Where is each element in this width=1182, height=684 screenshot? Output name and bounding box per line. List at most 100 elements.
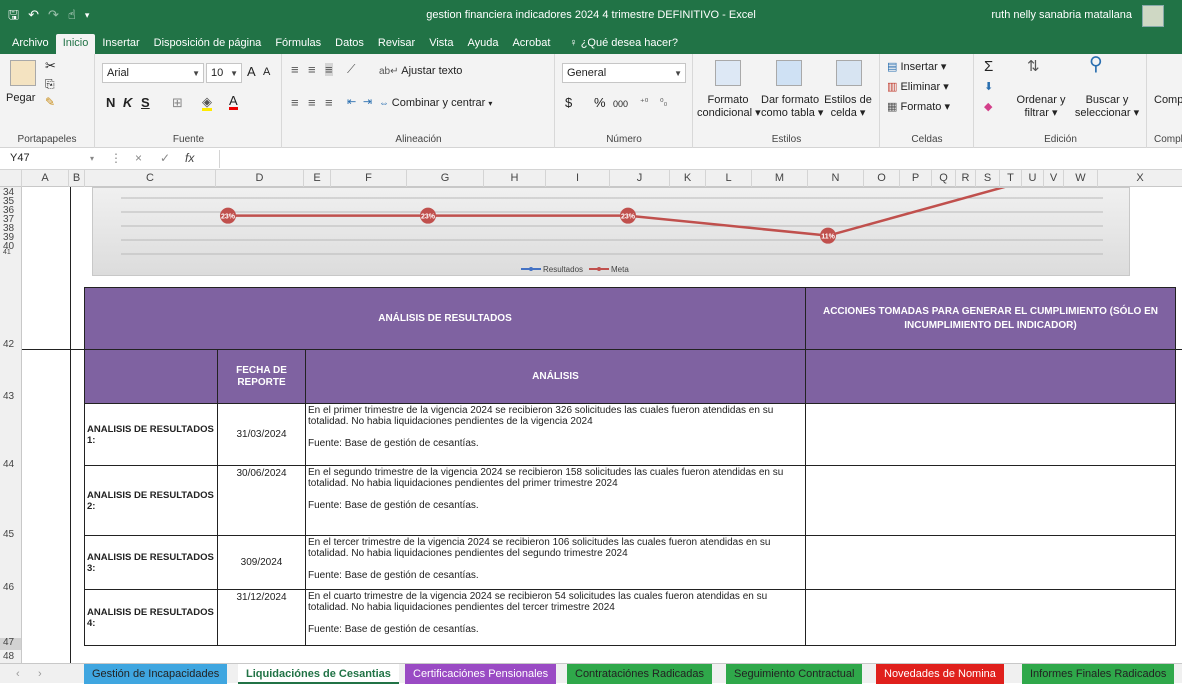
select-all-corner[interactable] <box>0 170 22 187</box>
insert-cells-button[interactable]: ▤ Insertar ▾ <box>887 61 946 74</box>
row-label[interactable]: ANALISIS DE RESULTADOS 4: <box>84 589 218 646</box>
sheet-nav-prev[interactable]: ‹ <box>8 664 28 684</box>
grow-font-button[interactable]: A <box>247 65 256 78</box>
font-color-button[interactable]: A <box>229 94 238 110</box>
decrease-decimal-icon[interactable]: ⁰₀ <box>660 96 667 109</box>
tab-revisar[interactable]: Revisar <box>371 37 422 54</box>
cut-icon[interactable]: ✂ <box>45 59 56 72</box>
column-header[interactable]: S <box>976 170 1000 187</box>
sheet-nav-next[interactable]: › <box>30 664 50 684</box>
tab-insertar[interactable]: Insertar <box>95 37 146 54</box>
delete-cells-button[interactable]: ▥ Eliminar ▾ <box>887 81 949 94</box>
fill-color-icon[interactable]: ◈ <box>202 95 212 111</box>
column-header[interactable]: F <box>331 170 407 187</box>
tab-vista[interactable]: Vista <box>422 37 460 54</box>
row-header[interactable]: 46 <box>0 583 22 593</box>
orientation-icon[interactable]: ⟋ <box>347 63 355 76</box>
format-cells-button[interactable]: ▦ Formato ▾ <box>887 101 950 114</box>
column-header[interactable]: W <box>1064 170 1098 187</box>
column-header[interactable]: L <box>706 170 752 187</box>
column-header[interactable]: K <box>670 170 706 187</box>
tab-disposicion[interactable]: Disposición de página <box>147 37 269 54</box>
thousands-button[interactable]: 000 <box>613 98 628 111</box>
conditional-format-button[interactable]: Formato condicional ▾ <box>697 94 761 120</box>
clear-icon[interactable]: ◆ <box>984 101 992 114</box>
header-analysis[interactable]: ANÁLISIS DE RESULTADOS <box>84 287 806 350</box>
autosum-button[interactable]: Σ <box>984 59 993 74</box>
user-name[interactable]: ruth nelly sanabria matallana <box>991 9 1132 21</box>
merge-center-button[interactable]: ⇔ Combinar y centrar ▾ <box>379 97 492 110</box>
font-name-combo[interactable]: Arial ▼ <box>102 63 204 83</box>
row-analysis[interactable]: En el tercer trimestre de la vigencia 20… <box>305 535 806 590</box>
enter-icon[interactable]: ✓ <box>160 151 170 165</box>
currency-button[interactable]: $ <box>565 96 572 109</box>
sheet-tab-seguimiento[interactable]: Seguimiento Contractual <box>726 664 863 684</box>
column-header[interactable]: A <box>22 170 69 187</box>
column-header[interactable]: C <box>85 170 216 187</box>
line-chart[interactable]: 23% 23% 23% 11% Resultados Meta <box>92 187 1130 276</box>
number-format-combo[interactable]: General ▼ <box>562 63 686 83</box>
row-analysis[interactable]: En el segundo trimestre de la vigencia 2… <box>305 465 806 536</box>
header-report-date[interactable]: FECHA DE REPORTE <box>217 349 306 404</box>
sheet-tab-novedades[interactable]: Novedades de Nomina <box>876 664 1004 684</box>
tab-archivo[interactable]: Archivo <box>5 37 56 54</box>
column-header[interactable]: X <box>1098 170 1182 187</box>
tab-formulas[interactable]: Fórmulas <box>268 37 328 54</box>
tell-me-box[interactable]: ♀ ¿Qué desea hacer? <box>557 37 685 54</box>
sheet-tab-informes[interactable]: Informes Finales Radicados <box>1022 664 1175 684</box>
row-date[interactable]: 309/2024 <box>217 535 306 590</box>
align-center-icon[interactable]: ≡ <box>308 96 316 109</box>
find-select-button[interactable]: Buscar y seleccionar ▾ <box>1071 94 1143 120</box>
row-header[interactable]: 47 <box>0 638 21 650</box>
column-header[interactable]: I <box>546 170 610 187</box>
align-middle-icon[interactable]: ≡ <box>308 63 316 76</box>
percent-button[interactable]: % <box>594 96 606 109</box>
italic-button[interactable]: K <box>123 96 132 109</box>
font-size-combo[interactable]: 10 ▼ <box>206 63 242 83</box>
column-header[interactable]: G <box>407 170 484 187</box>
column-header[interactable]: B <box>69 170 85 187</box>
avatar[interactable] <box>1142 5 1164 27</box>
row-date[interactable]: 31/12/2024 <box>217 589 306 646</box>
column-header[interactable]: U <box>1022 170 1044 187</box>
chevron-down-icon[interactable]: ▾ <box>90 154 94 163</box>
tab-datos[interactable]: Datos <box>328 37 371 54</box>
column-header[interactable]: O <box>864 170 900 187</box>
align-right-icon[interactable]: ≡ <box>325 96 333 109</box>
header-actions[interactable]: ACCIONES TOMADAS PARA GENERAR EL CUMPLIM… <box>805 287 1176 350</box>
cancel-icon[interactable]: × <box>135 151 142 165</box>
column-header[interactable]: R <box>956 170 976 187</box>
row-actions[interactable] <box>805 465 1176 536</box>
wrap-text-button[interactable]: ab↵ Ajustar texto <box>379 65 462 78</box>
row-date[interactable]: 31/03/2024 <box>217 403 306 466</box>
decrease-indent-icon[interactable]: ⇤ <box>347 96 356 109</box>
increase-indent-icon[interactable]: ⇥ <box>363 96 372 109</box>
row-date[interactable]: 30/06/2024 <box>217 465 306 536</box>
row-header[interactable]: 48 <box>0 652 22 662</box>
align-left-icon[interactable]: ≡ <box>291 96 299 109</box>
complements-button[interactable]: Compl <box>1154 94 1182 107</box>
column-header[interactable]: M <box>752 170 808 187</box>
name-box[interactable]: Y47 <box>2 150 88 168</box>
sheet-tab-certificaciones[interactable]: Certificaciónes Pensionales <box>405 664 557 684</box>
paste-icon[interactable] <box>10 60 36 86</box>
worksheet-grid[interactable]: 23% 23% 23% 11% Resultados Meta ANÁLISIS DE… <box>22 187 1182 663</box>
tab-inicio[interactable]: Inicio <box>55 34 96 54</box>
column-header[interactable]: P <box>900 170 932 187</box>
sort-filter-button[interactable]: Ordenar y filtrar ▾ <box>1013 94 1069 120</box>
sheet-tab-cesantias[interactable]: Liquidaciónes de Cesantias <box>238 664 399 684</box>
paste-button[interactable]: Pegar <box>6 92 35 105</box>
column-header[interactable]: T <box>1000 170 1022 187</box>
bold-button[interactable]: N <box>106 96 115 109</box>
column-header[interactable]: D <box>216 170 304 187</box>
row-actions[interactable] <box>805 403 1176 466</box>
column-header[interactable]: Q <box>932 170 956 187</box>
format-painter-icon[interactable]: ✎ <box>45 96 55 109</box>
column-header[interactable]: H <box>484 170 546 187</box>
function-icon[interactable]: fx <box>185 151 194 165</box>
header-analysis-col[interactable]: ANÁLISIS <box>305 349 806 404</box>
format-as-table-button[interactable]: Dar formato como tabla ▾ <box>761 94 823 120</box>
borders-icon[interactable]: ⊞ <box>172 96 183 109</box>
row-header[interactable]: 43 <box>0 392 22 402</box>
column-header[interactable]: J <box>610 170 670 187</box>
